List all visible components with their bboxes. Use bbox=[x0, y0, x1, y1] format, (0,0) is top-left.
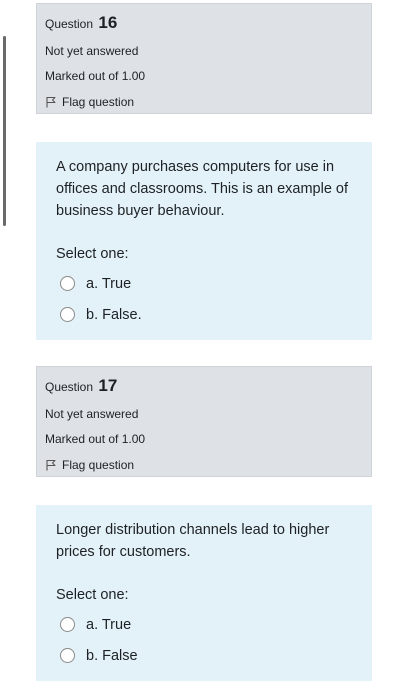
flag-icon bbox=[46, 460, 56, 471]
flag-question-label: Flag question bbox=[62, 458, 135, 472]
select-one-prompt: Select one: bbox=[56, 587, 129, 603]
option-label: a. True bbox=[86, 275, 132, 292]
question-content-16: A company purchases computers for use in… bbox=[36, 142, 372, 340]
option-label: b. False bbox=[86, 647, 138, 664]
question-state: Not yet answered bbox=[45, 407, 139, 421]
question-number-line: Question 16 bbox=[45, 14, 363, 34]
option-label: a. True bbox=[86, 616, 132, 633]
question-label: Question bbox=[45, 17, 94, 31]
question-content-17: Longer distribution channels lead to hig… bbox=[36, 505, 372, 681]
answer-option-b[interactable]: b. False bbox=[56, 640, 352, 671]
question-grade: Marked out of 1.00 bbox=[45, 432, 146, 446]
question-grade: Marked out of 1.00 bbox=[45, 69, 146, 83]
answer-option-a[interactable]: a. True bbox=[56, 268, 352, 299]
radio-button[interactable] bbox=[60, 276, 75, 291]
option-label: b. False. bbox=[86, 306, 142, 323]
question-text: A company purchases computers for use in… bbox=[56, 159, 349, 219]
answer-option-a[interactable]: a. True bbox=[56, 609, 352, 640]
question-state: Not yet answered bbox=[45, 44, 139, 58]
radio-button[interactable] bbox=[60, 617, 75, 632]
flag-icon bbox=[46, 97, 56, 108]
flag-question-link[interactable]: Flag question bbox=[45, 94, 363, 110]
question-info-16: Question 16 Not yet answered Marked out … bbox=[36, 3, 372, 114]
radio-button[interactable] bbox=[60, 307, 75, 322]
question-info-17: Question 17 Not yet answered Marked out … bbox=[36, 366, 372, 477]
question-label: Question bbox=[45, 380, 94, 394]
select-one-prompt: Select one: bbox=[56, 246, 129, 262]
radio-button[interactable] bbox=[60, 648, 75, 663]
scroll-indicator[interactable] bbox=[3, 36, 6, 226]
flag-question-label: Flag question bbox=[62, 95, 135, 109]
question-number: 16 bbox=[98, 13, 118, 32]
flag-question-link[interactable]: Flag question bbox=[45, 457, 363, 473]
answer-option-b[interactable]: b. False. bbox=[56, 299, 352, 330]
question-number-line: Question 17 bbox=[45, 377, 363, 397]
question-text: Longer distribution channels lead to hig… bbox=[56, 522, 330, 560]
question-number: 17 bbox=[98, 376, 118, 395]
